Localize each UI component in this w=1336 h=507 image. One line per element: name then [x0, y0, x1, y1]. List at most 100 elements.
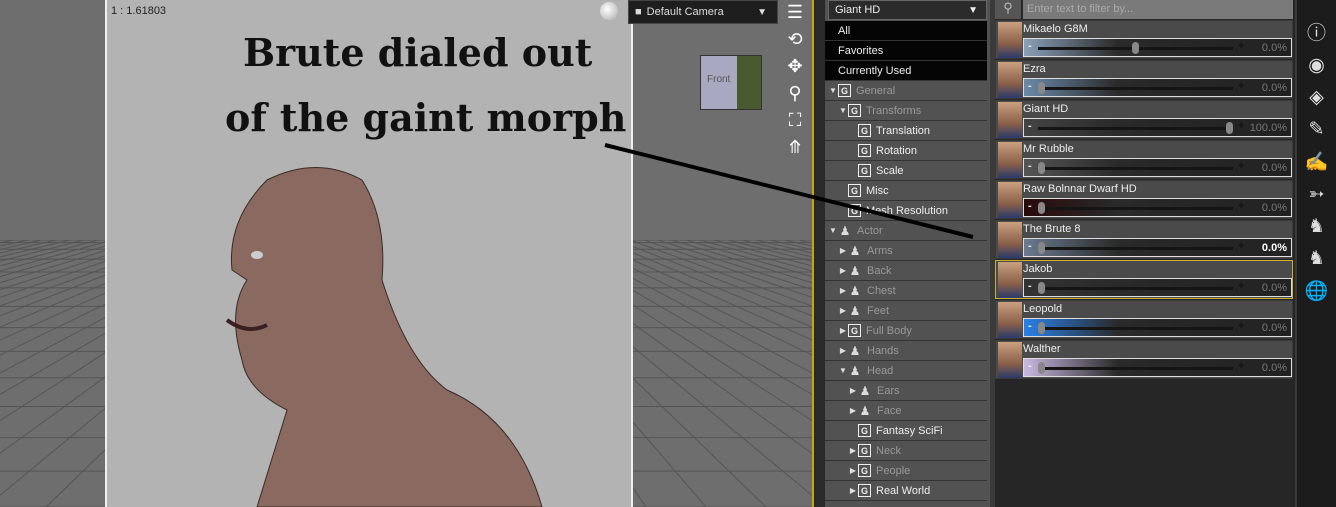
- increment-button[interactable]: +: [1238, 160, 1244, 172]
- tree-item[interactable]: ▶ ♟ Arms: [825, 241, 987, 261]
- decrement-button[interactable]: -: [1028, 120, 1032, 132]
- expand-toggle-icon[interactable]: ▶: [848, 466, 858, 475]
- filter-item[interactable]: All: [825, 21, 987, 41]
- morph-item[interactable]: Jakob - + 0.0%: [995, 260, 1293, 299]
- preset-dropdown[interactable]: Giant HD ▼: [828, 0, 987, 20]
- morph-slider[interactable]: - + 0.0%: [1023, 158, 1292, 177]
- tree-item[interactable]: G Scale: [825, 161, 987, 181]
- morph-value[interactable]: 0.0%: [1262, 282, 1287, 294]
- decrement-button[interactable]: -: [1028, 80, 1032, 92]
- reset-view-icon[interactable]: ⤊: [787, 137, 802, 158]
- globe-edit-icon[interactable]: 🌐: [1305, 279, 1329, 303]
- expand-toggle-icon[interactable]: ▶: [838, 246, 848, 255]
- tree-item[interactable]: ▼ G General: [825, 81, 987, 101]
- expand-toggle-icon[interactable]: ▶: [838, 326, 848, 335]
- camera-dropdown[interactable]: ■ Default Camera ▼: [628, 0, 778, 24]
- tree-item[interactable]: ▶ ♟ Ears: [825, 381, 987, 401]
- morph-slider[interactable]: - + 0.0%: [1023, 238, 1292, 257]
- increment-button[interactable]: +: [1238, 120, 1244, 132]
- scene-tree-icon[interactable]: ◈: [1309, 86, 1324, 109]
- morph-value[interactable]: 0.0%: [1262, 42, 1287, 54]
- decrement-button[interactable]: -: [1028, 320, 1032, 332]
- tree-item[interactable]: ▶ G Real World: [825, 481, 987, 501]
- slider-knob[interactable]: [1038, 322, 1045, 334]
- tree-item[interactable]: ▼ ♟ Actor: [825, 221, 987, 241]
- tree-item[interactable]: ▶ ♟ Feet: [825, 301, 987, 321]
- expand-toggle-icon[interactable]: ▼: [828, 226, 838, 235]
- increment-button[interactable]: +: [1238, 280, 1244, 292]
- increment-button[interactable]: +: [1238, 200, 1244, 212]
- draw-style-icon[interactable]: [600, 2, 618, 20]
- tree-item[interactable]: G Rotation: [825, 141, 987, 161]
- filter-item[interactable]: Currently Used: [825, 61, 987, 81]
- expand-toggle-icon[interactable]: ▶: [848, 486, 858, 495]
- morph-value[interactable]: 0.0%: [1262, 202, 1287, 214]
- tree-item[interactable]: ▶ ♟ Face: [825, 401, 987, 421]
- morph-value[interactable]: 0.0%: [1262, 362, 1287, 374]
- morph-item[interactable]: Mr Rubble - + 0.0%: [995, 140, 1293, 179]
- expand-toggle-icon[interactable]: ▶: [838, 346, 848, 355]
- tree-item[interactable]: ▶ G Full Body: [825, 321, 987, 341]
- view-cube[interactable]: Front: [700, 55, 762, 110]
- expand-toggle-icon[interactable]: ▼: [838, 106, 848, 115]
- filter-input[interactable]: Enter text to filter by...: [1023, 0, 1293, 19]
- morph-item[interactable]: Raw Bolnnar Dwarf HD - + 0.0%: [995, 180, 1293, 219]
- filter-item[interactable]: Favorites: [825, 41, 987, 61]
- morph-slider[interactable]: - + 0.0%: [1023, 318, 1292, 337]
- expand-toggle-icon[interactable]: ▶: [848, 386, 858, 395]
- morph-slider[interactable]: - + 100.0%: [1023, 118, 1292, 137]
- expand-toggle-icon[interactable]: ▶: [838, 286, 848, 295]
- tree-item[interactable]: ▼ G Transforms: [825, 101, 987, 121]
- slider-knob[interactable]: [1038, 242, 1045, 254]
- pose-morph-icon[interactable]: ♞: [1308, 247, 1325, 270]
- morph-icon[interactable]: ♞: [1308, 215, 1325, 238]
- decrement-button[interactable]: -: [1028, 280, 1032, 292]
- morph-value[interactable]: 0.0%: [1262, 322, 1287, 334]
- slider-knob[interactable]: [1038, 362, 1045, 374]
- decrement-button[interactable]: -: [1028, 200, 1032, 212]
- morph-item[interactable]: Mikaelo G8M - + 0.0%: [995, 20, 1293, 59]
- decrement-button[interactable]: -: [1028, 160, 1032, 172]
- morph-value[interactable]: 0.0%: [1262, 82, 1287, 94]
- increment-button[interactable]: +: [1238, 80, 1244, 92]
- tree-item[interactable]: ▼ ♟ Head: [825, 361, 987, 381]
- morph-item[interactable]: Leopold - + 0.0%: [995, 300, 1293, 339]
- expand-toggle-icon[interactable]: ▶: [848, 406, 858, 415]
- zoom-icon[interactable]: ⚲: [788, 83, 801, 104]
- morph-slider[interactable]: - + 0.0%: [1023, 358, 1292, 377]
- morph-value[interactable]: 0.0%: [1262, 242, 1287, 254]
- decrement-button[interactable]: -: [1028, 40, 1032, 52]
- slider-knob[interactable]: [1226, 122, 1233, 134]
- slider-knob[interactable]: [1132, 42, 1139, 54]
- tree-item[interactable]: G Translation: [825, 121, 987, 141]
- morph-value[interactable]: 100.0%: [1250, 122, 1287, 134]
- frame-icon[interactable]: ⛶: [789, 110, 802, 131]
- tree-item[interactable]: ▶ ♟ Back: [825, 261, 987, 281]
- expand-toggle-icon[interactable]: ▶: [838, 306, 848, 315]
- tree-item[interactable]: G Misc: [825, 181, 987, 201]
- morph-value[interactable]: 0.0%: [1262, 162, 1287, 174]
- expand-toggle-icon[interactable]: ▼: [828, 86, 838, 95]
- morph-item[interactable]: The Brute 8 - + 0.0%: [995, 220, 1293, 259]
- expand-toggle-icon[interactable]: ▶: [838, 266, 848, 275]
- increment-button[interactable]: +: [1238, 40, 1244, 52]
- tree-item[interactable]: ▶ G People: [825, 461, 987, 481]
- morph-slider[interactable]: - + 0.0%: [1023, 278, 1292, 297]
- tree-item[interactable]: G Mesh Resolution: [825, 201, 987, 221]
- slider-knob[interactable]: [1038, 162, 1045, 174]
- slider-knob[interactable]: [1038, 282, 1045, 294]
- morph-slider[interactable]: - + 0.0%: [1023, 38, 1292, 57]
- morph-slider[interactable]: - + 0.0%: [1023, 198, 1292, 217]
- tree-item[interactable]: G Fantasy SciFi: [825, 421, 987, 441]
- morph-item[interactable]: Walther - + 0.0%: [995, 340, 1293, 379]
- decrement-button[interactable]: -: [1028, 360, 1032, 372]
- decrement-button[interactable]: -: [1028, 240, 1032, 252]
- morph-item[interactable]: Ezra - + 0.0%: [995, 60, 1293, 99]
- figure-edit-icon[interactable]: ✍: [1305, 150, 1329, 174]
- increment-button[interactable]: +: [1238, 320, 1244, 332]
- tree-item[interactable]: ▶ ♟ Chest: [825, 281, 987, 301]
- surface-shader-icon[interactable]: ◉: [1308, 54, 1325, 77]
- tree-item[interactable]: ▶ G Neck: [825, 441, 987, 461]
- slider-knob[interactable]: [1038, 82, 1045, 94]
- slider-knob[interactable]: [1038, 202, 1045, 214]
